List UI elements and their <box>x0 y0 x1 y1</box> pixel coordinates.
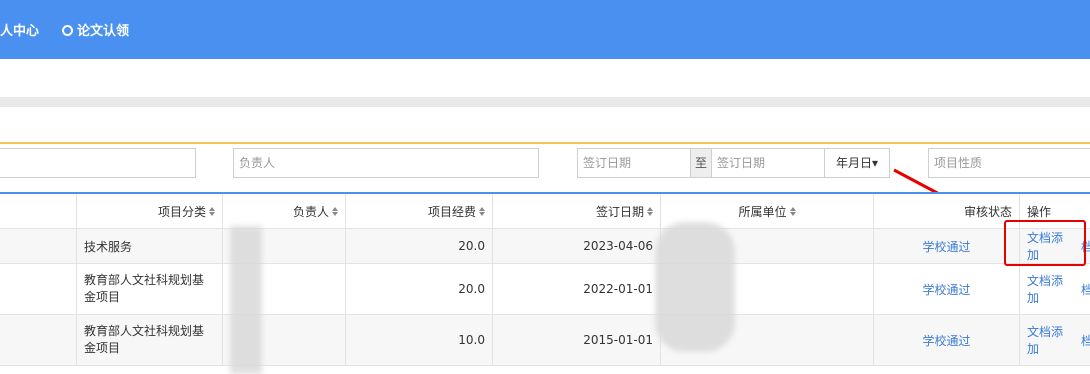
status-link[interactable]: 学校通过 <box>874 315 1020 365</box>
table-row: 技术服务 20.0 2023-04-06 学校通过 文档添加档 <box>0 229 1090 264</box>
action-cell: 文档添加档 <box>1020 315 1090 365</box>
redaction-blur <box>230 226 262 374</box>
sort-icon <box>332 206 338 216</box>
header-category-label: 项目分类 <box>157 204 206 219</box>
category-cell: 教育部人文社科规划基金项目 <box>77 264 223 314</box>
sort-icon <box>647 206 653 216</box>
row-cell-blank <box>0 229 77 263</box>
doc-add-link[interactable]: 文档添加 <box>1027 323 1075 357</box>
table-header-row: 项目分类 负责人 项目经费 签订日期 所属单位 审核状态 操作 <box>0 194 1090 229</box>
header-status-label: 审核状态 <box>963 204 1012 219</box>
header-sign-date-label: 签订日期 <box>595 204 644 219</box>
date-cell: 2022-01-01 <box>493 264 661 314</box>
action-cell: 文档添加档 <box>1020 264 1090 314</box>
header-leader-label: 负责人 <box>292 204 329 219</box>
header-fund-label: 项目经费 <box>427 204 476 219</box>
header-action-label: 操作 <box>1027 204 1052 219</box>
fund-cell: 20.0 <box>346 264 493 314</box>
sort-icon <box>209 206 215 216</box>
status-link[interactable]: 学校通过 <box>874 229 1020 263</box>
header-status[interactable]: 审核状态 <box>874 194 1020 228</box>
header-sign-date[interactable]: 签订日期 <box>493 194 661 228</box>
header-leader[interactable]: 负责人 <box>223 194 346 228</box>
project-table: 项目分类 负责人 项目经费 签订日期 所属单位 审核状态 操作 技术服务 20.… <box>0 192 1090 366</box>
header-category[interactable]: 项目分类 <box>77 194 223 228</box>
redaction-blur <box>655 222 735 352</box>
table-row: 教育部人文社科规划基金项目 10.0 2015-01-01 学校通过 文档添加档 <box>0 315 1090 366</box>
sort-icon <box>789 206 796 216</box>
category-cell: 教育部人文社科规划基金项目 <box>77 315 223 365</box>
fund-cell: 20.0 <box>346 229 493 263</box>
sort-icon <box>479 206 485 216</box>
date-cell: 2023-04-06 <box>493 229 661 263</box>
header-fund[interactable]: 项目经费 <box>346 194 493 228</box>
header-cell-blank <box>0 194 77 228</box>
row-cell-blank <box>0 264 77 314</box>
status-link[interactable]: 学校通过 <box>874 264 1020 314</box>
header-unit-label: 所属单位 <box>738 204 787 219</box>
doc-link[interactable]: 档 <box>1081 281 1090 298</box>
row-cell-blank <box>0 315 77 365</box>
table-row: 教育部人文社科规划基金项目 20.0 2022-01-01 学校通过 文档添加档 <box>0 264 1090 315</box>
doc-link[interactable]: 档 <box>1081 332 1090 349</box>
highlight-box <box>1004 220 1086 266</box>
doc-add-link[interactable]: 文档添加 <box>1027 272 1075 306</box>
category-cell: 技术服务 <box>77 229 223 263</box>
date-cell: 2015-01-01 <box>493 315 661 365</box>
fund-cell: 10.0 <box>346 315 493 365</box>
